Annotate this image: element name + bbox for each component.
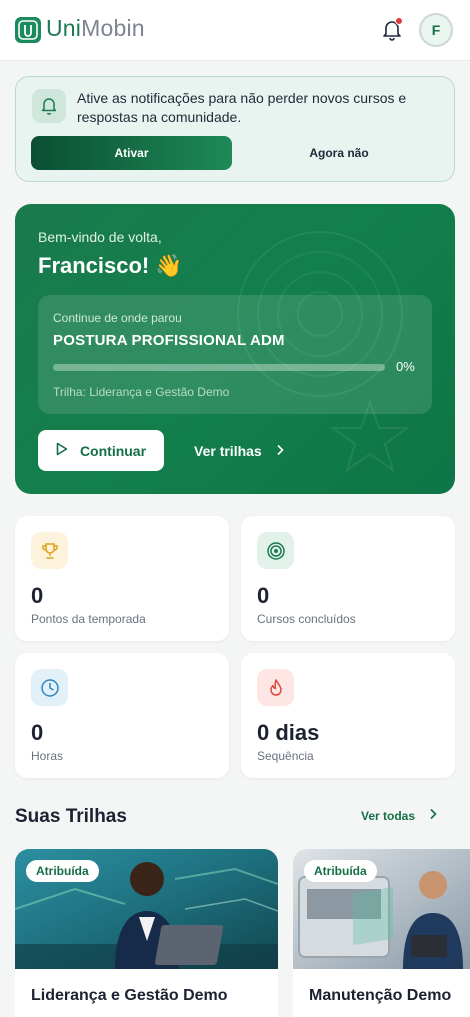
clock-icon xyxy=(31,669,68,706)
welcome-hero: Bem-vindo de volta, Francisco! 👋 Continu… xyxy=(15,204,455,494)
trails-section-title: Suas Trilhas xyxy=(15,806,127,827)
stat-value: 0 xyxy=(31,720,44,745)
play-icon xyxy=(56,442,68,459)
notification-text: Ative as notificações para não perder no… xyxy=(77,90,407,125)
trail-title: Liderança e Gestão Demo xyxy=(31,987,228,1004)
greeting-text: Bem-vindo de volta, xyxy=(38,229,162,245)
target-icon xyxy=(257,532,294,569)
app-header: UniMobin F xyxy=(0,0,470,61)
activate-notifications-button[interactable]: Ativar xyxy=(31,136,232,170)
avatar[interactable]: F xyxy=(419,13,453,47)
brand-name-light: Mobin xyxy=(81,15,145,41)
see-all-trails-link[interactable]: Ver todas xyxy=(361,808,437,823)
trail-title: Manutenção Demo xyxy=(309,987,452,1004)
notification-dot xyxy=(395,17,403,25)
bell-icon xyxy=(32,89,66,123)
progress-percent: 0% xyxy=(396,359,415,374)
chevron-right-icon xyxy=(429,808,437,823)
assigned-badge: Atribuída xyxy=(26,860,99,882)
continue-button[interactable]: Continuar xyxy=(38,430,164,471)
stat-value: 0 xyxy=(31,583,44,608)
trophy-icon xyxy=(31,532,68,569)
see-trails-label: Ver trilhas xyxy=(194,442,262,459)
stat-label: Horas xyxy=(31,749,64,763)
stat-card-courses[interactable]: 0 Cursos concluídos xyxy=(241,516,455,641)
chevron-right-icon xyxy=(276,443,284,459)
course-track: Trilha: Liderança e Gestão Demo xyxy=(53,385,230,399)
brand-name-strong: Uni xyxy=(46,15,82,41)
stat-card-points[interactable]: 0 Pontos da temporada xyxy=(15,516,229,641)
see-all-label: Ver todas xyxy=(361,808,416,823)
stat-card-hours[interactable]: 0 Horas xyxy=(15,653,229,778)
stat-value: 0 xyxy=(257,583,270,608)
trail-card[interactable]: Atribuída Manutenção Demo xyxy=(293,849,470,1017)
continue-button-label: Continuar xyxy=(79,442,147,459)
flame-icon xyxy=(257,669,294,706)
course-title: POSTURA PROFISSIONAL ADM xyxy=(53,332,285,349)
stat-card-streak[interactable]: 0 dias Sequência xyxy=(241,653,455,778)
assigned-badge: Atribuída xyxy=(304,860,377,882)
not-now-button[interactable]: Agora não xyxy=(238,136,440,170)
see-trails-button[interactable]: Ver trilhas xyxy=(194,430,284,471)
user-name: Francisco! 👋 xyxy=(38,253,183,278)
stat-label: Sequência xyxy=(257,749,314,763)
trail-card[interactable]: Atribuída Liderança e Gestão Demo xyxy=(15,849,278,1017)
progress-bar xyxy=(53,364,385,371)
continue-label: Continue de onde parou xyxy=(53,311,182,325)
stat-label: Cursos concluídos xyxy=(257,612,356,626)
notification-banner: Ative as notificações para não perder no… xyxy=(15,76,455,182)
brand-name[interactable]: UniMobin xyxy=(46,15,145,42)
logo-icon xyxy=(15,17,41,43)
stat-value: 0 dias xyxy=(257,720,320,745)
stat-label: Pontos da temporada xyxy=(31,612,146,626)
continue-course-card[interactable]: Continue de onde parou POSTURA PROFISSIO… xyxy=(38,295,432,414)
